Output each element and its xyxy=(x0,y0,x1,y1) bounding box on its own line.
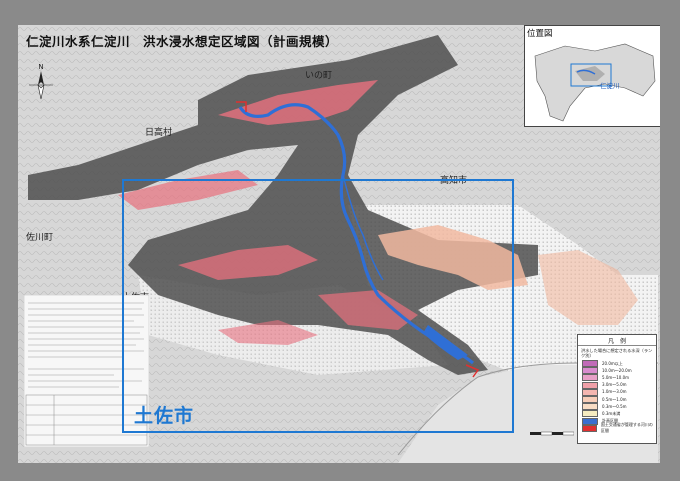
tosa-city-label: 土佐市 xyxy=(134,405,195,427)
legend-label: 0.3m〜0.5m xyxy=(602,403,627,409)
legend-swatch xyxy=(582,367,598,375)
scale-bar xyxy=(530,429,575,439)
legend-swatch xyxy=(582,424,597,432)
svg-text:N: N xyxy=(38,63,43,71)
tosa-city-highlight: 土佐市 xyxy=(122,179,514,433)
legend-swatch xyxy=(582,403,598,411)
legend-item: 0.3m未満 xyxy=(578,410,656,418)
legend-label: 0.5m〜1.0m xyxy=(602,396,627,402)
legend-swatch xyxy=(582,374,598,382)
inset-river-label: 仁淀川 xyxy=(600,82,620,90)
legend-item: 0.5m〜1.0m xyxy=(578,396,656,404)
location-inset-map: 位置図 仁淀川 xyxy=(524,25,660,127)
legend-label: 10.0m〜20.0m xyxy=(602,367,632,373)
legend-title: 凡 例 xyxy=(578,336,656,346)
legend-item: 10.0m〜20.0m xyxy=(578,367,656,375)
legend-item: 3.0m〜5.0m xyxy=(578,381,656,389)
label-sakawa: 佐川町 xyxy=(26,233,54,243)
map-title: 仁淀川水系仁淀川 洪水浸水想定区域図（計画規模） xyxy=(26,34,339,49)
legend-swatch xyxy=(582,388,598,396)
legend-panel: 凡 例 洪水した場合に想定される水深（ランク別） 20.0m以上 10.0m〜20… xyxy=(577,334,657,444)
legend-item: 5.0m〜10.0m xyxy=(578,374,656,382)
legend-label: 5.0m〜10.0m xyxy=(602,374,630,380)
legend-item: 1.0m〜3.0m xyxy=(578,388,656,396)
legend-label: 3.0m〜5.0m xyxy=(602,382,627,388)
legend-swatch xyxy=(582,417,598,425)
legend-label: 0.3m未満 xyxy=(602,410,621,416)
north-arrow-icon: N xyxy=(26,61,56,101)
legend-label: 国土交通省が管理する河川の区間 xyxy=(600,422,653,434)
legend-swatch xyxy=(582,360,598,368)
legend-swatch xyxy=(582,381,598,389)
legend-swatch xyxy=(582,410,598,418)
label-hidaka: 日高村 xyxy=(145,128,173,138)
legend-item: 国土交通省が管理する河川の区間 xyxy=(578,422,656,434)
map-sheet: 仁淀川水系仁淀川 洪水浸水想定区域図（計画規模） N いの町 日高村 高知市 佐… xyxy=(18,25,660,463)
legend-item: 0.3m〜0.5m xyxy=(578,403,656,411)
legend-label: 20.0m以上 xyxy=(602,360,623,366)
legend-swatch xyxy=(582,396,598,404)
legend-item: 20.0m以上 xyxy=(578,360,656,368)
legend-label: 1.0m〜3.0m xyxy=(602,389,627,395)
legend-subtitle: 洪水した場合に想定される水深（ランク別） xyxy=(581,348,653,358)
label-ino: いの町 xyxy=(305,71,333,81)
page-frame: 仁淀川水系仁淀川 洪水浸水想定区域図（計画規模） N いの町 日高村 高知市 佐… xyxy=(0,0,680,481)
